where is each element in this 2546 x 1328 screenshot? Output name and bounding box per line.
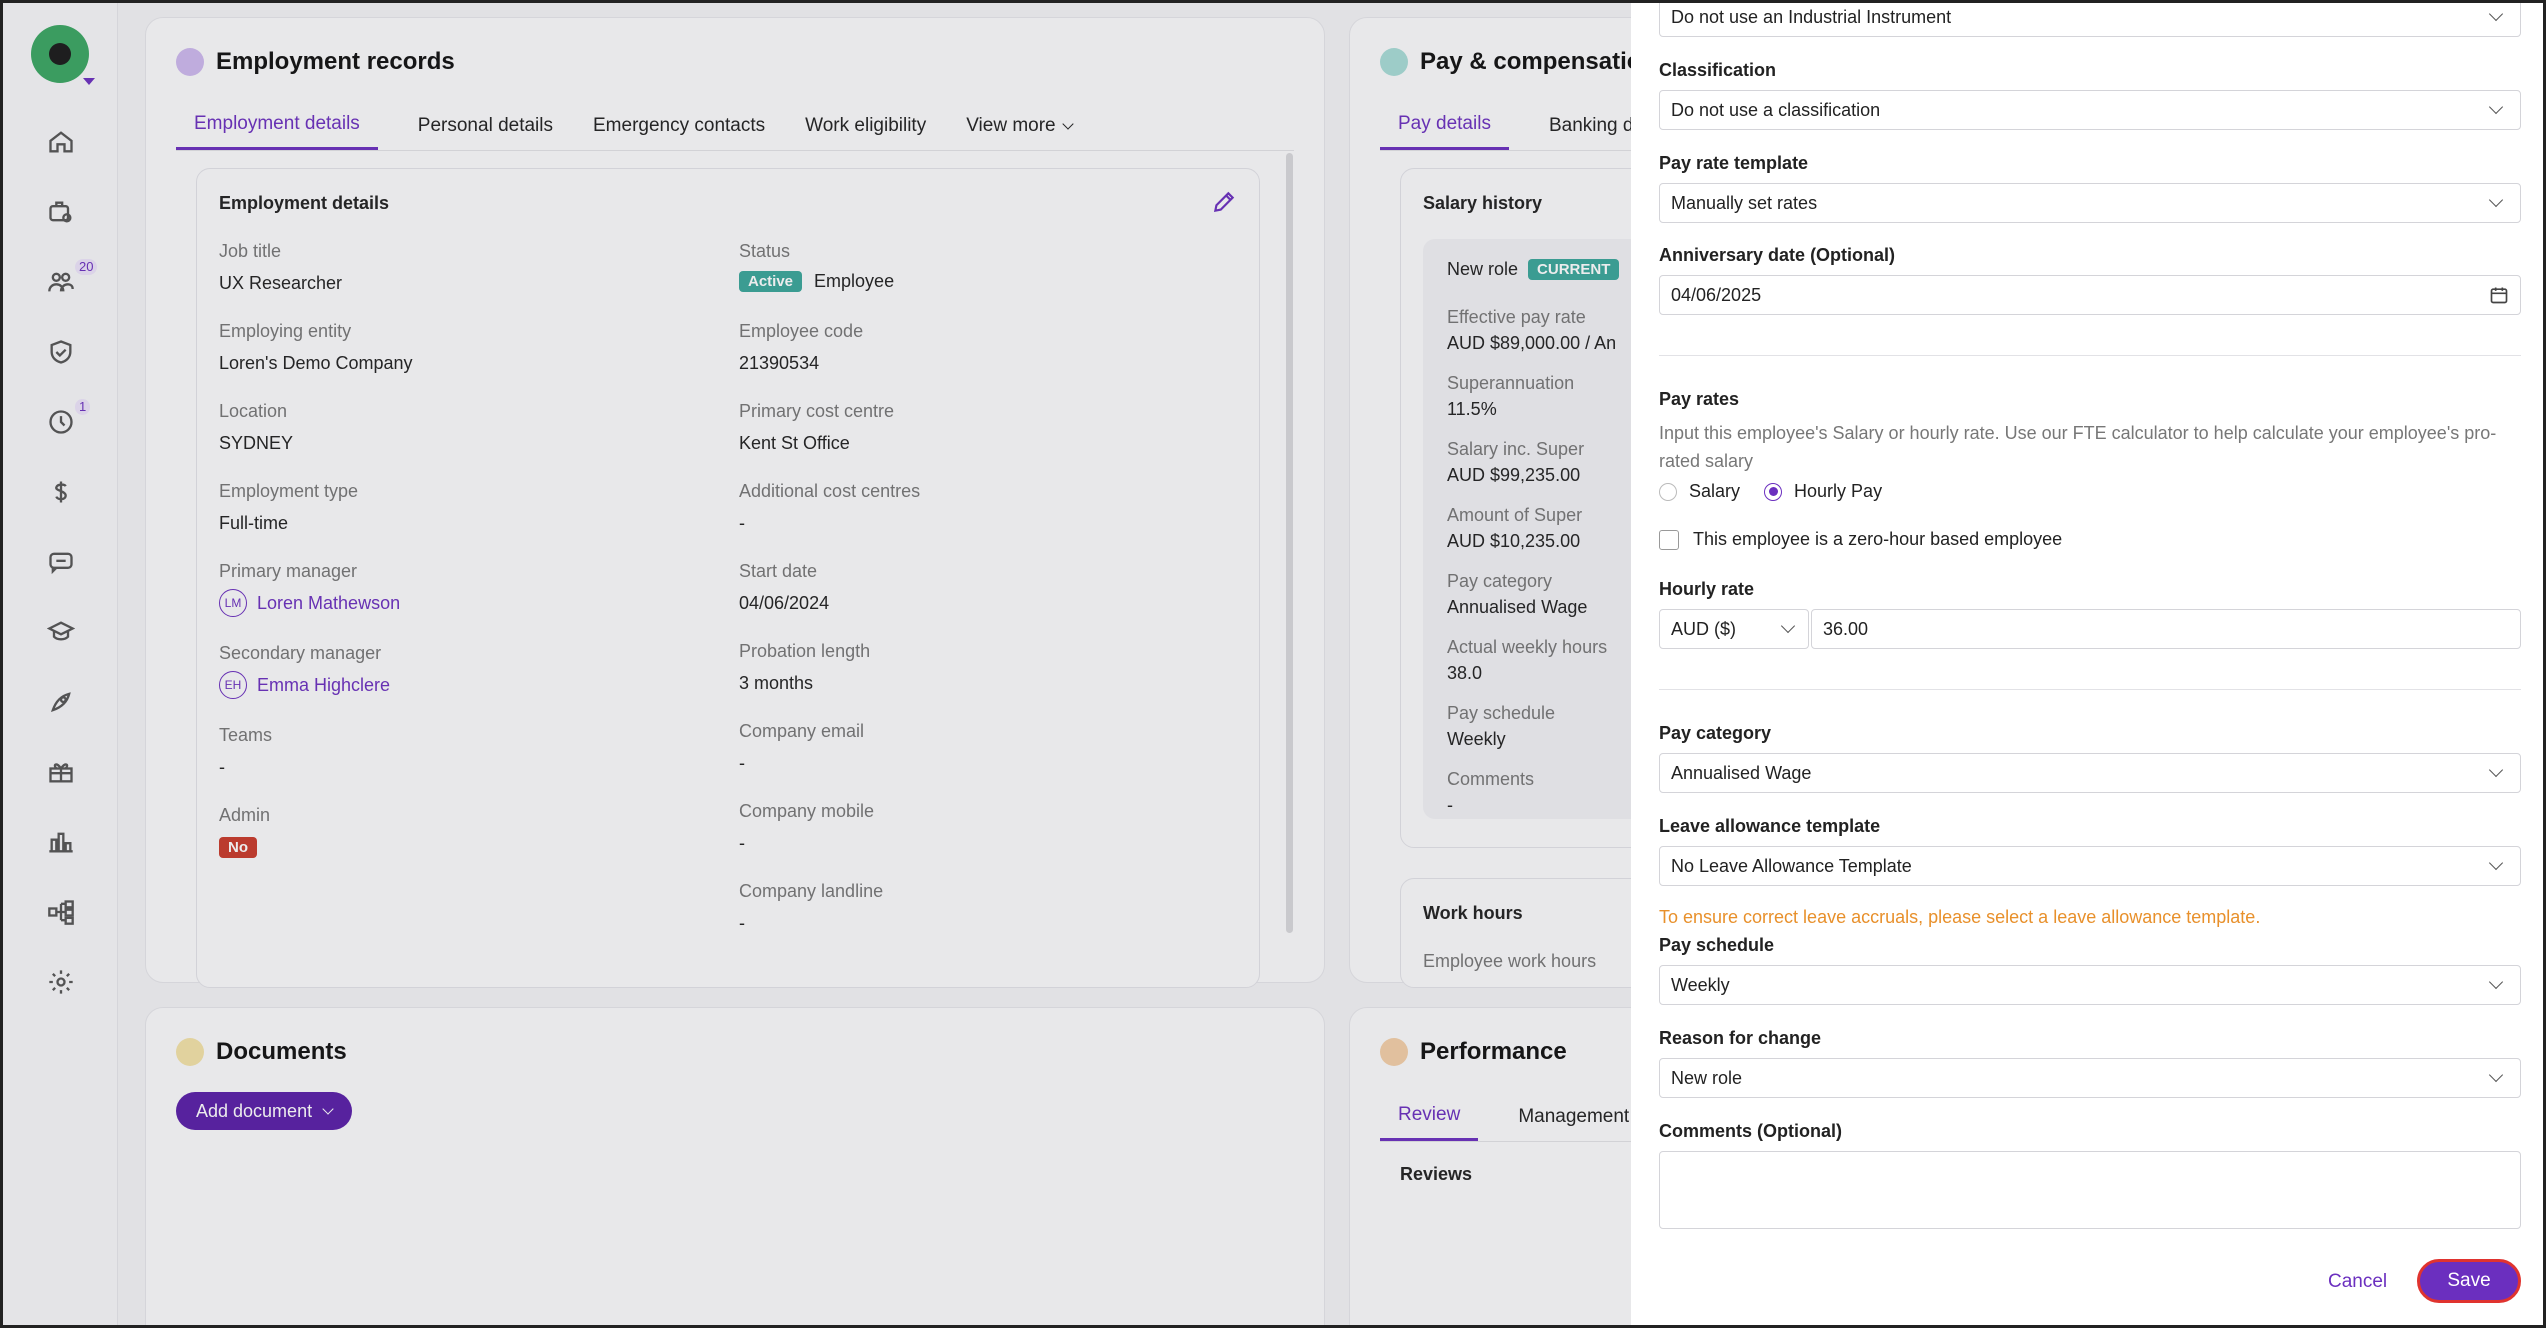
hourly-pay-radio-label: Hourly Pay	[1794, 481, 1883, 501]
industrial-instrument-select[interactable]: Do not use an Industrial Instrument	[1659, 3, 2521, 37]
cancel-button[interactable]: Cancel	[2328, 1271, 2387, 1293]
comments-textarea[interactable]	[1659, 1151, 2521, 1229]
chevron-down-icon	[2488, 99, 2504, 115]
pay-category-label: Pay category	[1659, 723, 1772, 743]
leave-template-select[interactable]: No Leave Allowance Template	[1659, 846, 2521, 886]
reason-for-change-select[interactable]: New role	[1659, 1058, 2521, 1098]
salary-radio-option[interactable]: Salary	[1659, 481, 1740, 502]
classification-label: Classification	[1659, 60, 1777, 80]
pay-rate-template-select[interactable]: Manually set rates	[1659, 183, 2521, 223]
edit-pay-drawer: Do not use an Industrial Instrument Clas…	[1631, 3, 2543, 1325]
hourly-rate-value: 36.00	[1823, 618, 1869, 639]
modal-backdrop[interactable]	[3, 3, 1631, 1325]
chevron-down-icon	[1780, 618, 1796, 634]
chevron-down-icon	[2488, 6, 2504, 22]
anniversary-date-value: 04/06/2025	[1671, 284, 1762, 305]
leave-warning: To ensure correct leave accruals, please…	[1659, 907, 2261, 927]
chevron-down-icon	[2488, 855, 2504, 871]
calendar-icon[interactable]	[2489, 285, 2509, 305]
chevron-down-icon	[2488, 1067, 2504, 1083]
salary-radio-label: Salary	[1689, 481, 1741, 501]
salary-radio[interactable]	[1659, 482, 1677, 501]
pay-rates-help: Input this employee's Salary or hourly r…	[1659, 423, 2497, 471]
pay-type-radio-group: Salary Hourly Pay	[1659, 481, 1882, 502]
hourly-rate-input[interactable]: 36.00	[1811, 609, 2521, 649]
comments-label: Comments (Optional)	[1659, 1121, 1842, 1141]
pay-category-select[interactable]: Annualised Wage	[1659, 753, 2521, 793]
leave-template-value: No Leave Allowance Template	[1671, 855, 1912, 876]
pay-schedule-value: Weekly	[1671, 974, 1730, 995]
pay-schedule-label: Pay schedule	[1659, 935, 1775, 955]
chevron-down-icon	[2488, 762, 2504, 778]
currency-value: AUD ($)	[1671, 618, 1737, 639]
save-button[interactable]: Save	[2417, 1259, 2521, 1303]
pay-category-value: Annualised Wage	[1671, 762, 1812, 783]
section-divider	[1659, 355, 2521, 356]
section-divider	[1659, 689, 2521, 690]
pay-rates-label: Pay rates	[1659, 389, 1740, 409]
classification-select[interactable]: Do not use a classification	[1659, 90, 2521, 130]
pay-rate-template-label: Pay rate template	[1659, 153, 1809, 173]
zero-hour-checkbox-row[interactable]: This employee is a zero-hour based emplo…	[1659, 529, 2062, 550]
chevron-down-icon	[2488, 192, 2504, 208]
pay-schedule-select[interactable]: Weekly	[1659, 965, 2521, 1005]
reason-for-change-label: Reason for change	[1659, 1028, 1822, 1048]
currency-select[interactable]: AUD ($)	[1659, 609, 1809, 649]
zero-hour-label: This employee is a zero-hour based emplo…	[1693, 529, 2063, 549]
hourly-pay-radio[interactable]	[1764, 482, 1783, 501]
chevron-down-icon	[2488, 974, 2504, 990]
app-window: 20 1 Employment records Employment detai…	[0, 0, 2546, 1328]
hourly-radio-option[interactable]: Hourly Pay	[1764, 481, 1882, 502]
pay-rate-template-value: Manually set rates	[1671, 192, 1818, 213]
industrial-instrument-value: Do not use an Industrial Instrument	[1671, 6, 1952, 27]
anniversary-date-input[interactable]: 04/06/2025	[1659, 275, 2521, 315]
zero-hour-checkbox[interactable]	[1659, 529, 1679, 550]
hourly-rate-label: Hourly rate	[1659, 579, 1755, 599]
reason-for-change-value: New role	[1671, 1067, 1743, 1088]
classification-value: Do not use a classification	[1671, 99, 1881, 120]
leave-template-label: Leave allowance template	[1659, 816, 1881, 836]
anniversary-date-label: Anniversary date (Optional)	[1659, 245, 1896, 265]
